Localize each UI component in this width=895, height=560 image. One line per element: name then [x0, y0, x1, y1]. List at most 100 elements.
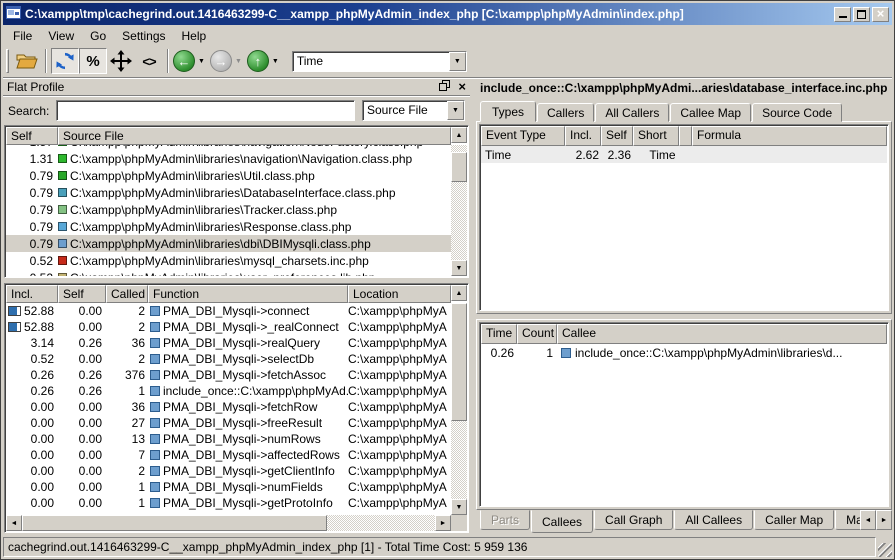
maximize-button[interactable] [853, 7, 870, 22]
bottom-tab[interactable]: Machine [835, 510, 860, 530]
menu-item[interactable]: Go [82, 27, 114, 45]
location-cell: C:\xampp\phpMyA [348, 464, 451, 478]
column-header-formula[interactable]: Formula [692, 126, 887, 146]
function-row[interactable]: 0.00 0.00 2 PMA_DBI_Mysqli->getClientInf… [6, 463, 451, 479]
scrollbar-track[interactable] [327, 515, 435, 531]
source-file-row[interactable]: 1.31 C:\xampp\phpMyAdmin\libraries\navig… [6, 150, 451, 167]
bottom-tab[interactable]: Callees [531, 510, 593, 533]
scrollbar-track[interactable] [451, 145, 467, 260]
detect-cycles-button[interactable] [135, 48, 163, 74]
dock-close-button[interactable] [458, 79, 466, 94]
self-cost-cell: 0.00 [58, 416, 106, 430]
tab-scroll-left-icon[interactable] [860, 510, 876, 530]
source-file-row[interactable]: 0.52 C:\xampp\phpMyAdmin\libraries\user_… [6, 269, 451, 276]
column-header-source-file[interactable]: Source File [58, 127, 451, 145]
detail-tab[interactable]: Callers [537, 103, 594, 122]
scroll-right-icon[interactable] [435, 515, 451, 531]
resize-grip-icon[interactable] [878, 543, 892, 557]
forward-button[interactable] [210, 50, 232, 72]
scroll-up-icon[interactable] [451, 285, 467, 301]
column-header-called[interactable]: Called [106, 285, 148, 303]
window-title: C:\xampp\tmp\cachegrind.out.1416463299-C… [25, 7, 830, 21]
column-header-self[interactable]: Self [58, 285, 106, 303]
detail-tab[interactable]: Types [480, 101, 536, 122]
function-row[interactable]: 0.00 0.00 27 PMA_DBI_Mysqli->freeResult … [6, 415, 451, 431]
scrollbar-track[interactable] [451, 421, 467, 499]
detail-tab[interactable]: All Callers [595, 103, 669, 122]
scroll-left-icon[interactable] [6, 515, 22, 531]
source-file-row[interactable]: 0.52 C:\xampp\phpMyAdmin\libraries\mysql… [6, 252, 451, 269]
menu-item[interactable]: View [40, 27, 82, 45]
function-row[interactable]: 52.88 0.00 2 PMA_DBI_Mysqli->connect C:\… [6, 303, 451, 319]
function-row[interactable]: 0.00 0.00 1 PMA_DBI_Mysqli->getProtoInfo… [6, 495, 451, 511]
combobox-dropdown-icon[interactable] [447, 101, 464, 120]
back-dropdown-caret[interactable] [198, 58, 205, 65]
detail-tab[interactable]: Callee Map [670, 103, 751, 122]
tab-scroll-right-icon[interactable] [876, 510, 892, 530]
event-type-combobox[interactable]: Time [292, 51, 467, 72]
up-button[interactable] [247, 50, 269, 72]
scrollbar-thumb[interactable] [451, 152, 467, 182]
vertical-scrollbar[interactable] [451, 145, 467, 276]
column-header-incl[interactable]: Incl. [565, 126, 601, 146]
function-row[interactable]: 0.26 0.26 376 PMA_DBI_Mysqli->fetchAssoc… [6, 367, 451, 383]
column-header-function[interactable]: Function [148, 285, 348, 303]
function-row[interactable]: 0.00 0.00 13 PMA_DBI_Mysqli->numRows C:\… [6, 431, 451, 447]
scroll-up-icon[interactable] [451, 127, 467, 143]
vertical-scrollbar[interactable] [451, 303, 467, 515]
menu-item[interactable]: Settings [114, 27, 173, 45]
toolbar-handle[interactable] [6, 49, 9, 73]
function-row[interactable]: 3.14 0.26 36 PMA_DBI_Mysqli->realQuery C… [6, 335, 451, 351]
dock-float-button[interactable] [439, 80, 450, 94]
up-dropdown-caret[interactable] [272, 58, 279, 65]
minimize-button[interactable] [834, 7, 851, 22]
callee-row[interactable]: 0.26 1 include_once::C:\xampp\phpMyAdmin… [481, 344, 887, 361]
column-header-short[interactable]: Short [633, 126, 679, 146]
source-file-row[interactable]: 0.79 C:\xampp\phpMyAdmin\libraries\Respo… [6, 218, 451, 235]
function-row[interactable]: 0.00 0.00 1 PMA_DBI_Mysqli->numFields C:… [6, 479, 451, 495]
column-header-self[interactable]: Self [6, 127, 58, 145]
reload-button[interactable] [51, 48, 79, 74]
function-row[interactable]: 0.00 0.00 7 PMA_DBI_Mysqli->affectedRows… [6, 447, 451, 463]
source-file-row[interactable]: 0.79 C:\xampp\phpMyAdmin\libraries\dbi\D… [6, 235, 451, 252]
event-type-row[interactable]: Time 2.62 2.36 Time [481, 146, 887, 163]
source-file-row[interactable]: 0.79 C:\xampp\phpMyAdmin\libraries\Datab… [6, 184, 451, 201]
bottom-tab[interactable]: Call Graph [594, 510, 673, 530]
column-header-location[interactable]: Location [348, 285, 451, 303]
detail-tab[interactable]: Source Code [752, 103, 842, 122]
bottom-tab[interactable]: Caller Map [754, 510, 834, 530]
column-header-time[interactable]: Time [481, 324, 517, 344]
open-file-button[interactable] [13, 48, 41, 74]
function-row[interactable]: 0.00 0.00 36 PMA_DBI_Mysqli->fetchRow C:… [6, 399, 451, 415]
close-button[interactable] [872, 7, 889, 22]
bottom-tab[interactable]: Parts [480, 510, 530, 530]
title-bar[interactable]: C:\xampp\tmp\cachegrind.out.1416463299-C… [3, 3, 892, 25]
source-file-row[interactable]: 0.79 C:\xampp\phpMyAdmin\libraries\Track… [6, 201, 451, 218]
column-header-incl[interactable]: Incl. [6, 285, 58, 303]
relative-percent-button[interactable] [79, 48, 107, 74]
column-header-event-type[interactable]: Event Type [481, 126, 565, 146]
function-row[interactable]: 0.52 0.00 2 PMA_DBI_Mysqli->selectDb C:\… [6, 351, 451, 367]
group-by-combobox[interactable]: Source File [362, 100, 465, 121]
scroll-down-icon[interactable] [451, 260, 467, 276]
function-row[interactable]: 0.26 0.26 1 include_once::C:\xampp\phpMy… [6, 383, 451, 399]
scroll-down-icon[interactable] [451, 499, 467, 515]
search-input[interactable] [56, 100, 355, 121]
function-row[interactable]: 52.88 0.00 2 PMA_DBI_Mysqli->_realConnec… [6, 319, 451, 335]
back-button[interactable] [173, 50, 195, 72]
scrollbar-thumb[interactable] [451, 303, 467, 421]
menu-item[interactable]: Help [174, 27, 215, 45]
menu-item[interactable]: File [5, 27, 40, 45]
scrollbar-thumb[interactable] [22, 515, 327, 531]
called-count-cell: 7 [106, 448, 148, 462]
column-header-self[interactable]: Self [601, 126, 633, 146]
column-header-callee[interactable]: Callee [557, 324, 887, 344]
functions-table: Incl. Self Called Function Location 52.8… [4, 283, 469, 533]
source-file-row[interactable]: 0.79 C:\xampp\phpMyAdmin\libraries\Util.… [6, 167, 451, 184]
forward-dropdown-caret[interactable] [235, 58, 242, 65]
bottom-tab[interactable]: All Callees [674, 510, 753, 530]
move-button[interactable] [107, 48, 135, 74]
combobox-dropdown-icon[interactable] [449, 52, 466, 71]
column-header-count[interactable]: Count [517, 324, 557, 344]
horizontal-scrollbar[interactable] [6, 515, 467, 531]
